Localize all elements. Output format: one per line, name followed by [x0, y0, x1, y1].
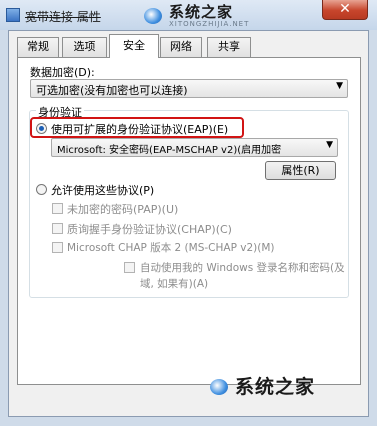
auto-logon-label-line2: 域, 如果有)(A): [140, 278, 209, 290]
network-connection-icon: [6, 8, 20, 22]
watermark-url: XITONGZHIJIA.NET: [169, 20, 250, 28]
eap-radio[interactable]: [36, 123, 47, 134]
window-title: 宽带连接 属性: [25, 10, 101, 24]
mschapv2-label: Microsoft CHAP 版本 2 (MS-CHAP v2)(M): [67, 242, 275, 254]
auto-logon-checkbox[interactable]: [124, 262, 135, 273]
close-button[interactable]: ✕: [322, 0, 368, 20]
chevron-down-icon: ▼: [336, 81, 343, 91]
watermark-logo-icon: [140, 5, 166, 27]
pap-checkbox[interactable]: [52, 203, 63, 214]
watermark-title: 系统之家: [169, 3, 234, 21]
chap-label: 质询握手身份验证协议(CHAP)(C): [67, 223, 232, 236]
eap-method-select[interactable]: Microsoft: 安全密码(EAP-MSCHAP v2)(启用加密 ▼: [51, 138, 338, 157]
encryption-select-value: 可选加密(没有加密也可以连接): [36, 84, 188, 97]
tab-networking[interactable]: 网络: [160, 37, 202, 57]
mschapv2-checkbox[interactable]: [52, 242, 63, 253]
pap-label: 未加密的密码(PAP)(U): [67, 203, 179, 216]
tab-security[interactable]: 安全: [109, 34, 159, 58]
watermark-top: 系统之家 XITONGZHIJIA.NET: [140, 4, 249, 28]
watermark-logo-icon: [206, 376, 232, 398]
eap-radio-label: 使用可扩展的身份验证协议(EAP)(E): [51, 123, 229, 136]
properties-button[interactable]: 属性(R): [265, 161, 336, 180]
allow-protocols-radio[interactable]: [36, 184, 47, 195]
encryption-select[interactable]: 可选加密(没有加密也可以连接) ▼: [30, 79, 348, 98]
chap-checkbox[interactable]: [52, 223, 63, 234]
watermark-title: 系统之家: [235, 376, 316, 398]
eap-method-value: Microsoft: 安全密码(EAP-MSCHAP v2)(启用加密: [57, 145, 282, 156]
allow-protocols-label: 允许使用这些协议(P): [51, 184, 155, 197]
encryption-label: 数据加密(D):: [30, 66, 95, 79]
tab-options[interactable]: 选项: [62, 37, 107, 57]
watermark-bottom: 系统之家: [206, 376, 315, 398]
tab-sharing[interactable]: 共享: [207, 37, 251, 57]
tab-general[interactable]: 常规: [17, 37, 59, 57]
chevron-down-icon: ▼: [326, 140, 333, 150]
auto-logon-label: 自动使用我的 Windows 登录名称和密码(及: [140, 262, 345, 274]
